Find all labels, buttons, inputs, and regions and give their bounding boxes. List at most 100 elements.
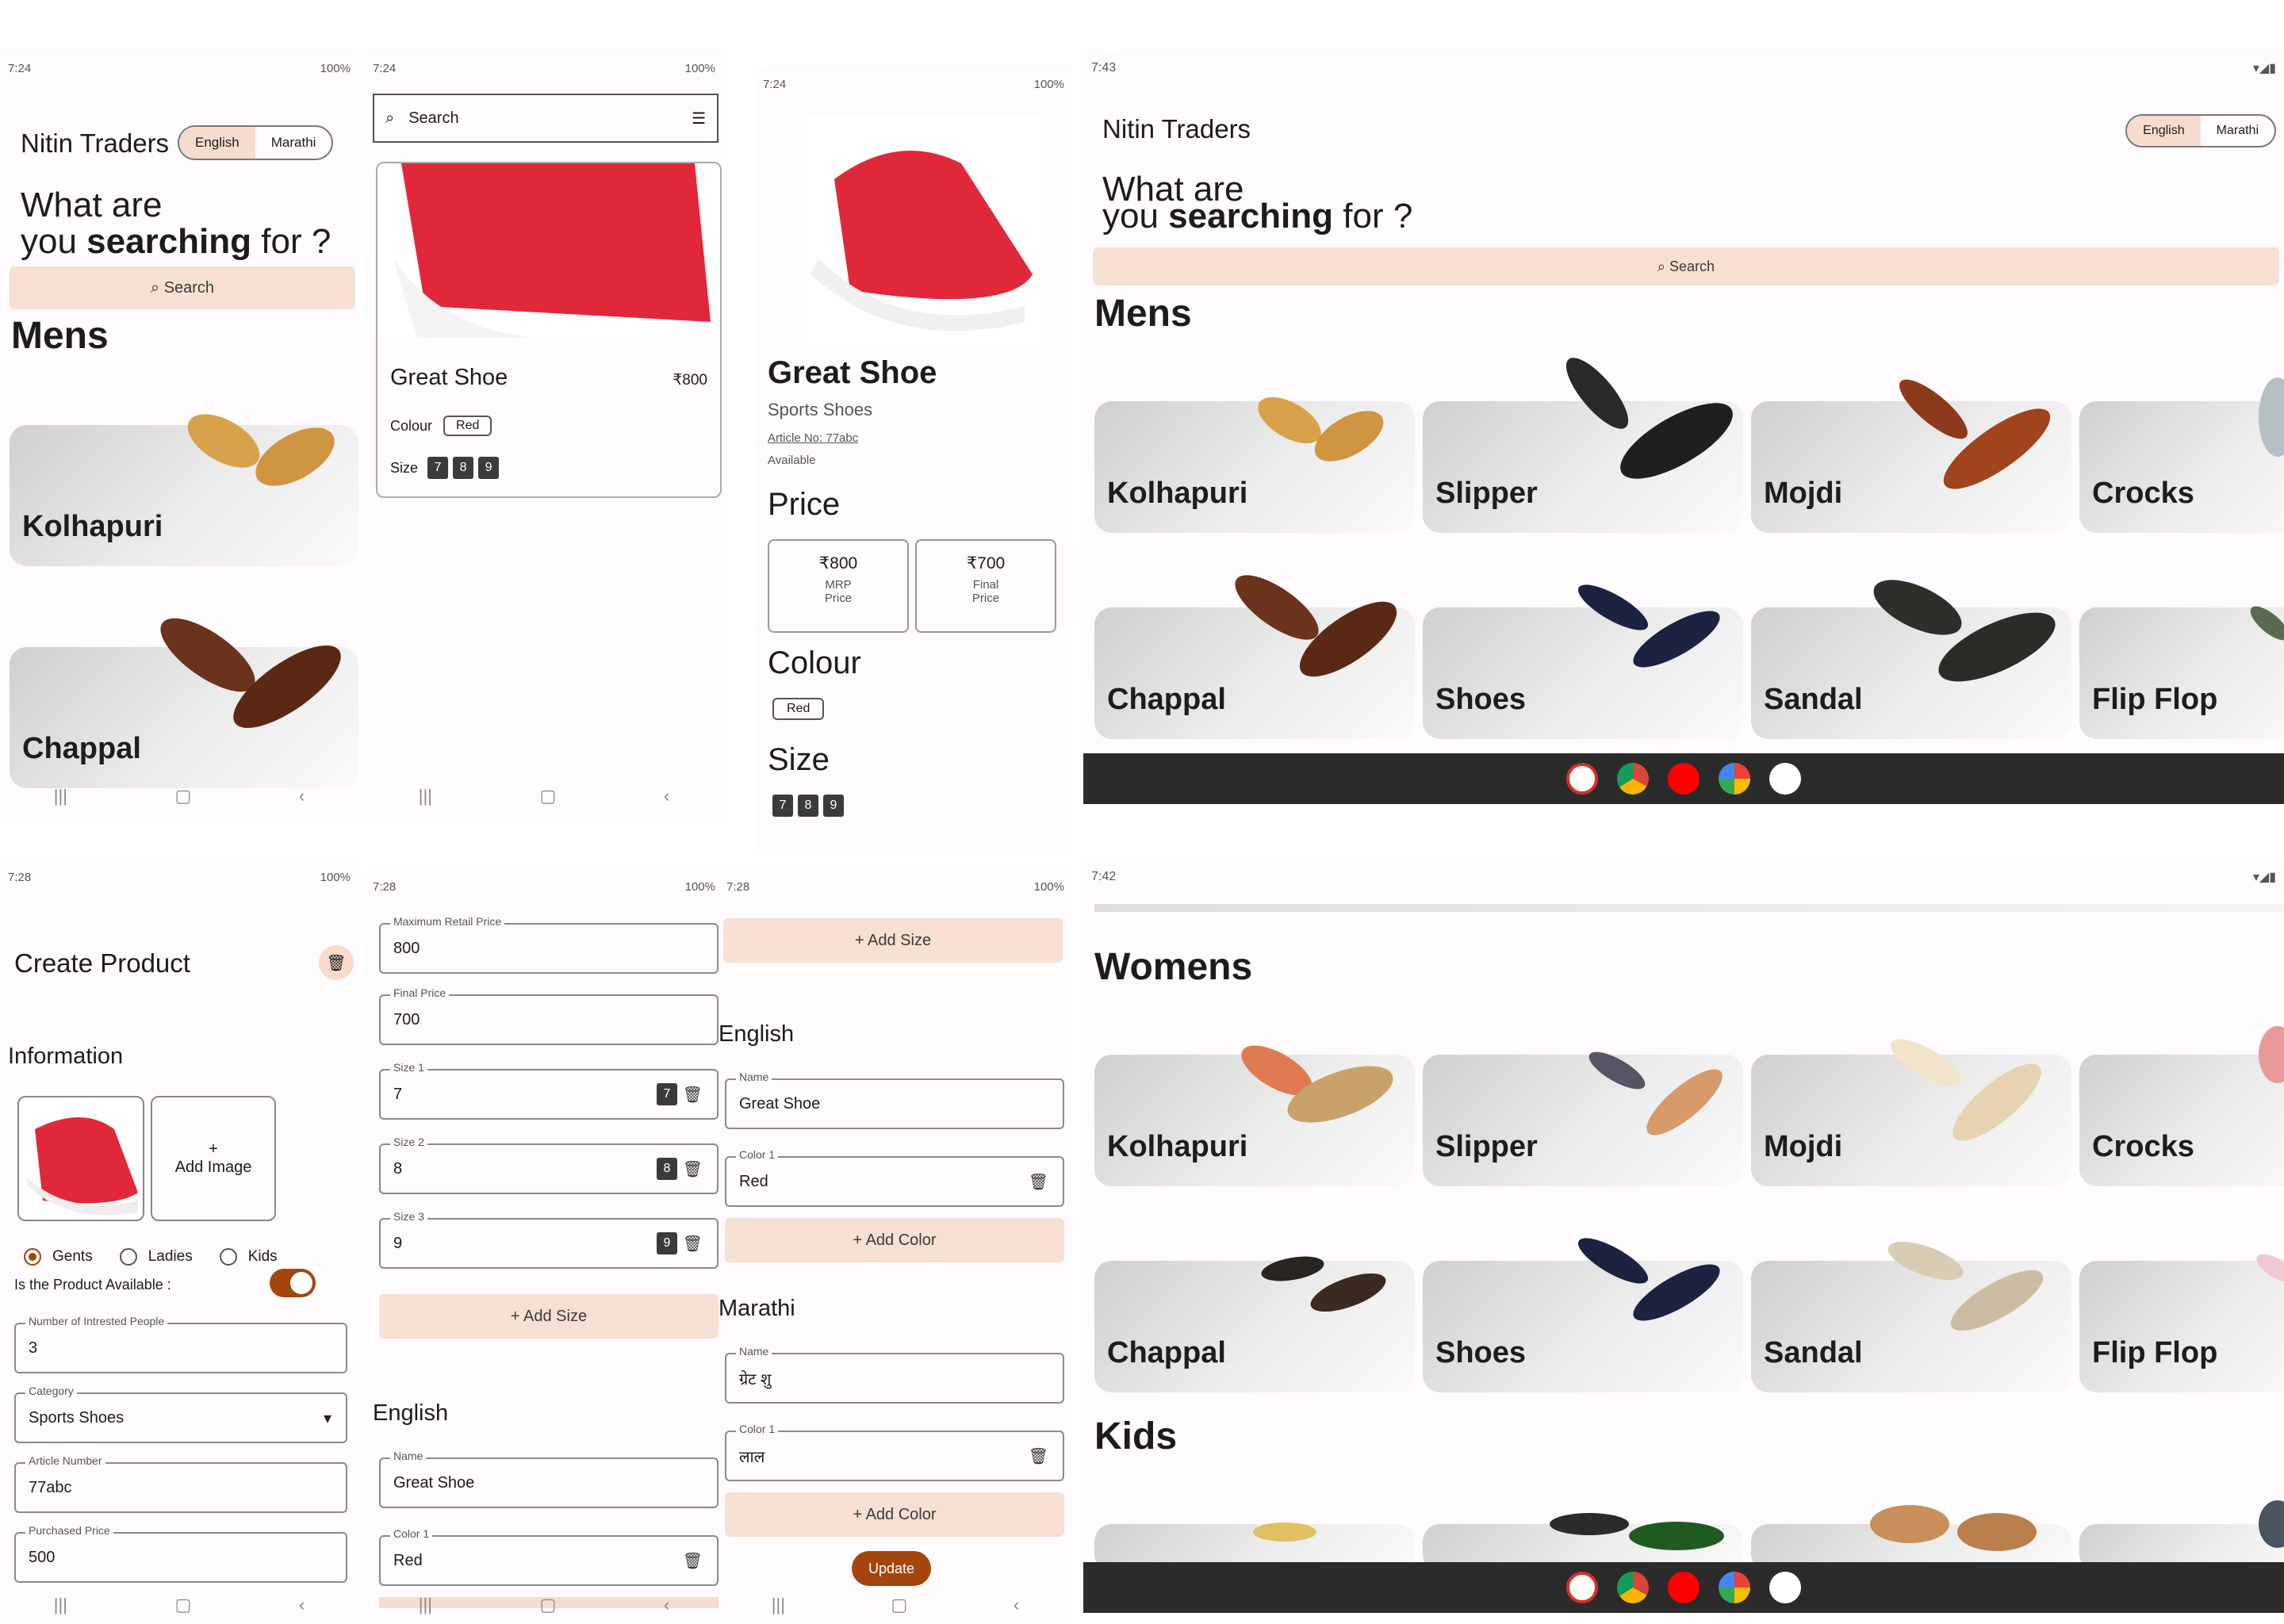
product-price: ₹800 (673, 372, 707, 389)
status-battery: 100% (684, 61, 715, 75)
app-drawer-icon[interactable] (1769, 763, 1801, 795)
category-card-flip-flop[interactable]: Flip Flop (2079, 606, 2284, 739)
interested-people-field[interactable]: Number of Intrested People 3 (14, 1315, 347, 1373)
radio-ladies[interactable]: Ladies (119, 1248, 193, 1266)
product-card[interactable]: Great Shoe ₹800 Colour Red Size 789 (376, 162, 722, 498)
trash-icon[interactable]: 🗑 (683, 1159, 703, 1179)
status-bar: 7:24 100% (755, 68, 1072, 100)
english-name-field[interactable]: Name Great Shoe (725, 1071, 1064, 1129)
recents-icon[interactable]: ||| (54, 1595, 67, 1615)
status-battery: 100% (1033, 77, 1064, 91)
trash-icon[interactable]: 🗑 (683, 1085, 703, 1105)
marathi-color1-field[interactable]: Color 1 लाल 🗑 (725, 1423, 1064, 1481)
category-card-slipper[interactable]: Slipper (1423, 358, 1743, 533)
trash-icon[interactable]: 🗑 (683, 1234, 703, 1254)
back-icon[interactable]: ‹ (299, 1595, 305, 1615)
size1-field[interactable]: Size 1 7 7 🗑 (379, 1061, 719, 1120)
english-name-field[interactable]: Name Great Shoe (379, 1450, 719, 1508)
app-drawer-icon[interactable] (1769, 1572, 1801, 1603)
category-card-crocks[interactable]: Crocks (2079, 1026, 2284, 1186)
size2-field[interactable]: Size 2 8 8 🗑 (379, 1136, 719, 1194)
category-card-shoes[interactable]: Shoes (1423, 584, 1743, 739)
add-color-button[interactable]: + Add Color (725, 1218, 1064, 1262)
add-color-button-marathi[interactable]: + Add Color (725, 1492, 1064, 1537)
category-card-kolhapuri[interactable]: Kolhapuri (10, 414, 358, 566)
category-card-flip-flop[interactable]: Flip Flop (2079, 1254, 2284, 1392)
gmail-icon[interactable] (1566, 1572, 1598, 1603)
colour-heading: Colour (768, 645, 861, 680)
english-heading: English (719, 1021, 795, 1047)
home-icon[interactable]: ▢ (540, 1595, 557, 1615)
category-card-sandal[interactable]: Sandal (1751, 1241, 2071, 1392)
lang-marathi-button[interactable]: Marathi (255, 127, 332, 159)
trash-icon[interactable]: 🗑 (683, 1551, 703, 1571)
back-icon[interactable]: ‹ (299, 786, 305, 806)
recents-icon[interactable]: ||| (419, 786, 432, 806)
update-button[interactable]: Update (852, 1551, 931, 1586)
search-button[interactable]: ⌕ Search (1093, 247, 2279, 285)
home-icon[interactable]: ▢ (175, 786, 192, 806)
gender-radio-group: Gents Ladies Kids (24, 1248, 278, 1266)
search-button[interactable]: ⌕ Search (10, 266, 355, 309)
add-image-button[interactable]: + Add Image (151, 1096, 276, 1221)
lang-english-button[interactable]: English (179, 127, 255, 159)
trash-icon[interactable]: 🗑 (1029, 1172, 1048, 1192)
english-color1-field[interactable]: Color 1 Red 🗑 (725, 1148, 1064, 1207)
shoes-image (1577, 1238, 1720, 1321)
purchased-price-field[interactable]: Purchased Price 500 (14, 1524, 347, 1583)
size3-field[interactable]: Size 3 9 9 🗑 (379, 1210, 719, 1269)
english-color1-field[interactable]: Color 1 Red 🗑 (379, 1527, 719, 1586)
youtube-icon[interactable] (1668, 763, 1700, 795)
available-toggle[interactable] (270, 1269, 316, 1297)
photos-icon[interactable] (1719, 763, 1750, 795)
category-card-chappal[interactable]: Chappal (1094, 1256, 1415, 1392)
chrome-icon[interactable] (1617, 763, 1649, 795)
home-icon[interactable]: ▢ (540, 786, 557, 806)
back-icon[interactable]: ‹ (1014, 1595, 1019, 1615)
search-input[interactable]: ⌕ Search ☰ (373, 94, 719, 143)
category-select[interactable]: Category Sports Shoes ▾ (14, 1385, 347, 1443)
home-icon[interactable]: ▢ (175, 1595, 192, 1615)
dropdown-arrow-icon: ▾ (323, 1409, 331, 1427)
category-card-chappal[interactable]: Chappal (1094, 575, 1415, 739)
availability: Available (768, 454, 816, 467)
product-image (377, 163, 720, 338)
back-icon[interactable]: ‹ (664, 786, 669, 806)
lang-marathi-button[interactable]: Marathi (2201, 116, 2274, 146)
product-image-thumbnail[interactable] (17, 1096, 144, 1221)
add-size-button[interactable]: + Add Size (379, 1294, 719, 1339)
recents-icon[interactable]: ||| (54, 786, 67, 806)
marathi-name-field[interactable]: Name ग्रेट शु (725, 1345, 1064, 1404)
category-card-crocks[interactable]: Crocks (2079, 377, 2284, 533)
add-size-button[interactable]: + Add Size (723, 918, 1063, 963)
trash-icon[interactable]: 🗑 (1029, 1446, 1048, 1466)
category-card-kolhapuri[interactable]: Kolhapuri (1094, 1045, 1415, 1186)
recents-icon[interactable]: ||| (419, 1595, 432, 1615)
category-card-mojdi[interactable]: Mojdi (1751, 379, 2071, 533)
section-kids: Kids (1094, 1415, 1178, 1457)
radio-kids[interactable]: Kids (219, 1248, 278, 1266)
recents-icon[interactable]: ||| (772, 1595, 785, 1615)
category-card-mojdi[interactable]: Mojdi (1751, 1039, 2071, 1186)
photos-icon[interactable] (1719, 1572, 1750, 1603)
category-card-kolhapuri[interactable]: Kolhapuri (1094, 396, 1415, 533)
final-price-field[interactable]: Final Price 700 (379, 986, 719, 1045)
chrome-icon[interactable] (1617, 1572, 1649, 1603)
lang-english-button[interactable]: English (2127, 116, 2201, 146)
mrp-field[interactable]: Maximum Retail Price 800 (379, 915, 719, 974)
delete-product-button[interactable]: 🗑 (319, 945, 354, 980)
filter-icon[interactable]: ☰ (692, 109, 706, 128)
article-number-field[interactable]: Article Number 77abc (14, 1454, 347, 1513)
category-card-shoes[interactable]: Shoes (1423, 1238, 1743, 1392)
category-card-chappal[interactable]: Chappal (10, 618, 358, 788)
youtube-icon[interactable] (1668, 1572, 1700, 1603)
gmail-icon[interactable] (1566, 763, 1598, 795)
category-card-slipper[interactable]: Slipper (1423, 1051, 1743, 1186)
status-time: 7:24 (373, 61, 397, 75)
category-card-sandal[interactable]: Sandal (1751, 580, 2071, 739)
slipper-image (1588, 1051, 1723, 1136)
back-icon[interactable]: ‹ (664, 1595, 669, 1615)
radio-gents[interactable]: Gents (24, 1248, 93, 1266)
home-icon[interactable]: ▢ (891, 1595, 908, 1615)
kolhapuri-image (1258, 396, 1384, 462)
